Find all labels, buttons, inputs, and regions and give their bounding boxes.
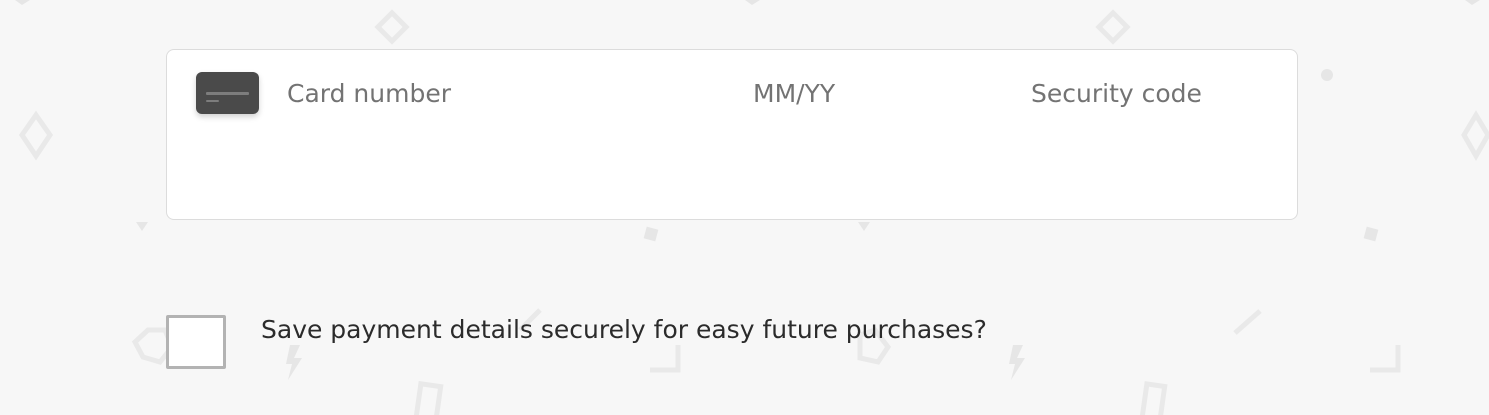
credit-card-icon [196,72,259,114]
save-payment-checkbox[interactable] [166,315,226,369]
save-payment-label[interactable]: Save payment details securely for easy f… [261,315,987,344]
card-icon-small-stripe [206,100,219,102]
card-number-input[interactable] [287,76,707,110]
card-icon-stripe [206,92,249,95]
security-code-input[interactable] [1031,76,1281,110]
expiry-date-input[interactable] [753,76,973,110]
card-details-box [166,49,1298,220]
